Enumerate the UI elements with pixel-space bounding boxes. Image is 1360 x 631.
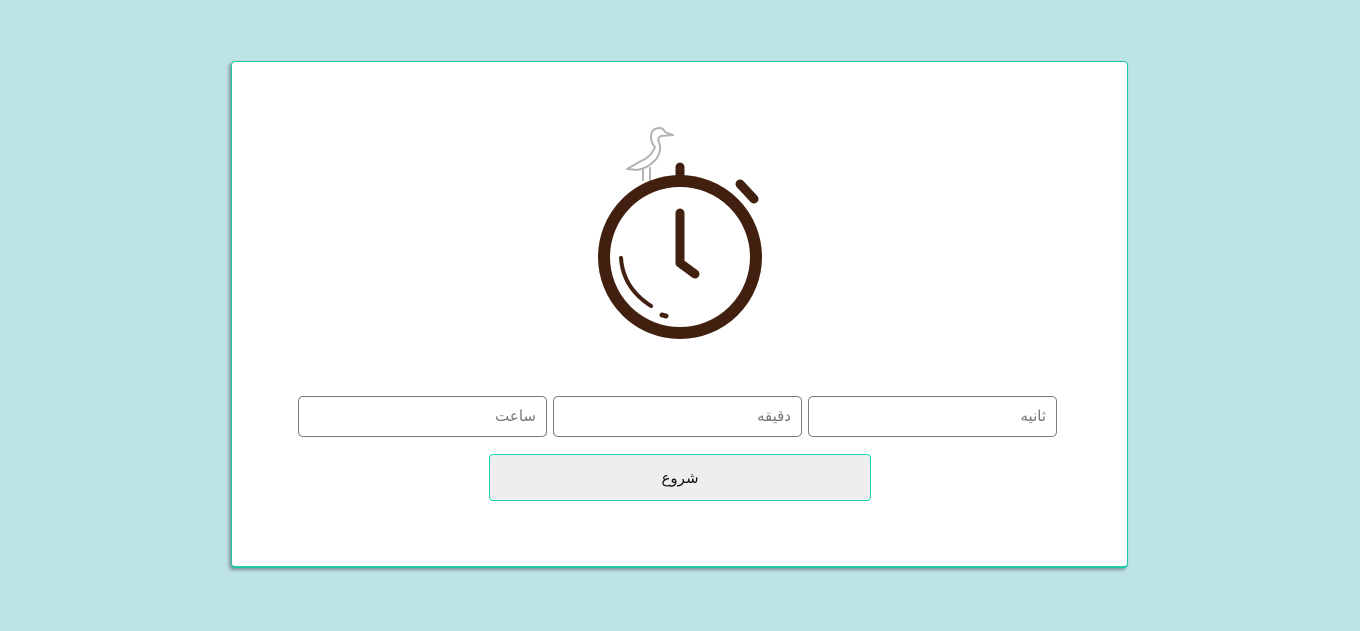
minutes-input[interactable]	[554, 397, 801, 436]
heron-icon	[626, 127, 674, 181]
stopwatch-icon	[598, 127, 762, 339]
seconds-field[interactable]: ثانیه	[808, 396, 1057, 437]
seconds-input[interactable]	[809, 397, 1056, 436]
hours-input[interactable]	[299, 397, 546, 436]
minutes-field[interactable]: دقیقه	[553, 396, 802, 437]
start-button[interactable]: شروع	[489, 454, 871, 501]
hours-field[interactable]: ساعت	[298, 396, 547, 437]
